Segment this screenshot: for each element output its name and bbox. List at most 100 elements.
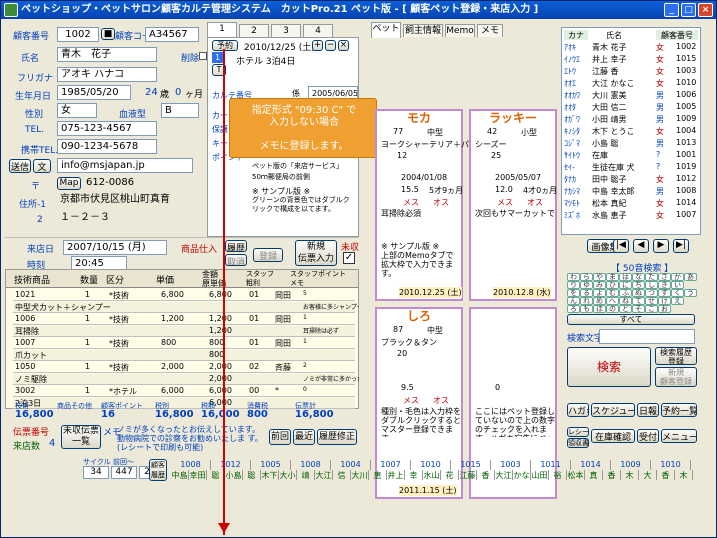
history-name[interactable]: 山田 (531, 470, 549, 480)
reserve-button[interactable]: 予約 (212, 40, 238, 51)
history-number[interactable]: 1010 (411, 460, 451, 470)
list-item[interactable]: ｲﾉｳｴ 井上 幸子 女 1015 (564, 54, 699, 65)
grid-cell-qty[interactable]: 1 (85, 386, 90, 395)
grid-cell-price[interactable]: 6,800 (161, 290, 184, 299)
list-item[interactable]: ｱｵｷ 青木 花子 女 1002 (564, 42, 699, 53)
history-name[interactable]: かな (513, 470, 531, 480)
list-item[interactable]: ｵｵｶﾜ 大川 憲美 男 1006 (564, 90, 699, 101)
grid-cell-kind[interactable]: *ホテル (109, 386, 137, 397)
grid-cell-staff-name[interactable]: 岡田 (275, 338, 291, 349)
pet-size[interactable]: 中型 (427, 325, 443, 336)
grid-cell-staff-name[interactable]: 岡田 (275, 314, 291, 325)
all-button[interactable]: すべて (567, 314, 695, 325)
recent-button[interactable]: 最近 (293, 429, 315, 445)
history-name[interactable]: 小島 (225, 470, 243, 480)
history-name[interactable]: 大小田 (279, 470, 297, 480)
grid-cell-staff[interactable]: 00 (249, 386, 259, 395)
grid-cell-memo[interactable]: 5 (303, 290, 359, 297)
receipt-button[interactable]: レシート (567, 427, 589, 437)
grid-cell-amount[interactable]: 2,000 (209, 362, 232, 371)
kana-key[interactable]: み (593, 281, 606, 289)
list-item[interactable]: ﾀﾅｶ 田中 聡子 女 1012 (564, 174, 699, 185)
minimize-button[interactable]: _ (664, 3, 679, 17)
reserve-plus-button[interactable]: + (312, 40, 323, 51)
reserve-close-button[interactable]: × (338, 40, 349, 51)
mail-field[interactable]: info@msjapan.jp (57, 158, 193, 173)
kana-key[interactable]: し (645, 281, 658, 289)
pet-type[interactable]: 87 (393, 325, 403, 334)
new-customer-button[interactable]: 新規 顧客登録 (655, 367, 697, 387)
grid-cell-staff[interactable]: 01 (249, 338, 259, 347)
pet-memo[interactable]: ここにはペット登録していないので上の数字のチェックを入れます。ハガキ宛先にペット… (475, 407, 555, 437)
code-icon[interactable]: ■ (101, 28, 115, 40)
kana-key[interactable]: ら (580, 273, 593, 281)
grid-cell-qty[interactable]: 1 (85, 338, 90, 347)
table-row[interactable]: 1021 1 *技術 6,800 6,800 01 岡田 5 (13, 290, 355, 301)
grid-cell-staff[interactable]: 01 (249, 314, 259, 323)
list-header-id[interactable]: 顧客番号 (656, 30, 698, 40)
history-number[interactable]: 1005 (251, 460, 291, 470)
grid-cell-price[interactable]: 1,200 (161, 314, 184, 323)
history-name[interactable]: 木 (621, 470, 639, 480)
kana-key[interactable]: ろ (567, 305, 580, 313)
kana-key[interactable]: に (619, 281, 632, 289)
kana-key[interactable]: よ (593, 289, 606, 297)
pet-fix[interactable]: オス (433, 395, 449, 406)
tel-field[interactable]: 075-123-4567 (57, 121, 157, 136)
cancel-button[interactable]: 取消 (225, 254, 247, 266)
grid-cell-amount[interactable]: 6,000 (209, 386, 232, 395)
grid-cell-code[interactable]: 1007 (15, 338, 35, 347)
kana-key[interactable]: け (658, 297, 671, 305)
list-header-kana[interactable]: カナ (564, 30, 588, 40)
list-item[interactable]: ﾅｶｼﾏ 中島 幸太郎 男 1008 (564, 186, 699, 197)
pet-sample-memo[interactable] (475, 251, 555, 281)
tab-2[interactable]: 2 (239, 24, 269, 37)
grid-cell-price[interactable]: 6,000 (161, 386, 184, 395)
pet-memo[interactable]: 次回もサマーカットで (475, 209, 555, 239)
history-name[interactable]: 大 (639, 470, 657, 480)
pet-weight[interactable]: 12.0 (495, 185, 513, 194)
name-field[interactable]: 青木 花子 (57, 47, 157, 62)
reception-button[interactable]: 受付 (637, 429, 659, 443)
last-icon[interactable]: ▶| (673, 239, 689, 253)
pet-memo[interactable]: 耳掃除必須 (381, 209, 461, 239)
history-fix-button[interactable]: 履歴修正 (317, 429, 357, 445)
unsettled-checkbox[interactable]: ✓ (343, 252, 355, 264)
grid-cell-staff-name[interactable]: 岡田 (275, 290, 291, 301)
pet-size[interactable]: 中型 (427, 127, 443, 138)
pet-age[interactable]: 4才0ヵ月 (523, 185, 557, 196)
table-row[interactable]: 中型犬カット＋シャンプー お客様に多シャンプーを勧め (13, 302, 359, 313)
pet-color[interactable]: 25 (491, 151, 501, 160)
kana-key[interactable]: き (658, 281, 671, 289)
table-row[interactable]: 耳掃除 1,200 耳掃除は必ず (13, 326, 355, 337)
grid-cell-kind[interactable]: *技術 (109, 362, 129, 373)
table-row[interactable]: 1007 1 *技術 800 800 01 岡田 1 (13, 338, 355, 349)
blood-select[interactable]: B (161, 103, 199, 118)
grid-cell-memo[interactable]: お客様に多シャンプーを勧め (303, 302, 359, 311)
kana-key[interactable]: む (606, 289, 619, 297)
kana-key[interactable]: ひ (606, 281, 619, 289)
kana-key[interactable]: う (684, 289, 697, 297)
list-item[interactable]: ﾏﾂﾓﾄ 松本 真紀 女 1014 (564, 198, 699, 209)
list-header-name[interactable]: 氏名 (606, 30, 622, 41)
kana-key[interactable]: ね (619, 297, 632, 305)
reserve-list-button[interactable]: 予約一覧 (661, 403, 697, 417)
close-button[interactable]: × (698, 3, 713, 17)
pet-type[interactable]: 42 (487, 127, 497, 136)
customer-history-button[interactable]: 顧客 履歴 (149, 459, 167, 481)
pet-size[interactable]: 小型 (521, 127, 537, 138)
table-row[interactable]: 爪カット 800 (13, 350, 355, 361)
kana-key[interactable]: つ (645, 289, 658, 297)
history-number[interactable]: 1004 (331, 460, 371, 470)
birthday-field[interactable]: 1985/05/20 (57, 85, 131, 100)
kana-key[interactable]: り (567, 281, 580, 289)
history-name[interactable]: 靖 (297, 470, 315, 480)
list-item[interactable]: ｵｵｴ 大江 かなこ 女 1010 (564, 78, 699, 89)
kana-key[interactable]: て (632, 297, 645, 305)
history-button[interactable]: 履歴 (225, 240, 247, 252)
pet-reserve[interactable]: 2011.1.15 (土) (399, 485, 457, 496)
reserve-text[interactable]: ホテル 3泊4日 (236, 54, 295, 67)
tab-3[interactable]: 3 (271, 24, 301, 37)
history-name[interactable]: 香 (657, 470, 675, 480)
search-input[interactable] (599, 329, 695, 344)
